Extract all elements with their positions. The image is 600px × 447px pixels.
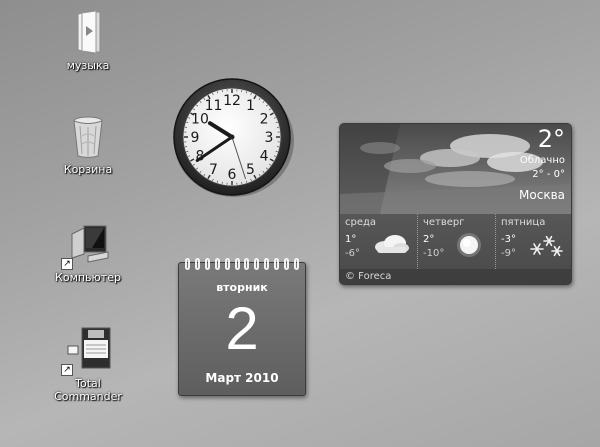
clock-numeral: 9 [191,130,200,146]
clock-numeral: 2 [260,112,269,128]
recycle-bin-icon [64,112,112,160]
shortcut-arrow-icon: ↗ [61,364,73,376]
sun-icon [449,231,489,259]
forecast-day: среда 1° -6° [340,214,417,269]
forecast-day-name: среда [345,217,377,228]
weather-condition: Облачно [519,155,565,166]
forecast-day-name: пятница [501,217,546,228]
weather-forecast: среда 1° -6° четверг 2° -10° пятница -3°… [340,214,571,269]
desktop-icon-total-commander[interactable]: ↗ Total Commander [47,326,129,403]
desktop-icon-recycle-bin[interactable]: Корзина [47,112,129,176]
calendar-gadget[interactable]: вторник 2 Март 2010 [178,258,306,396]
clock-gadget[interactable]: 12 1 2 3 4 5 6 7 8 9 10 11 [166,77,298,197]
forecast-day-name: четверг [423,217,465,228]
calendar-month-year: Март 2010 [205,371,279,385]
clock-numeral: 4 [260,149,269,165]
clock-numeral: 11 [205,98,223,114]
desktop-icon-label: Total Commander [54,377,122,403]
desktop-icon-label: Компьютер [55,271,121,284]
desktop-icon-label: Корзина [63,163,113,176]
calendar-spiral [185,258,299,272]
desktop-icon-label: музыка [66,59,110,72]
calendar-day-number: 2 [225,295,259,362]
forecast-low: -6° [345,248,360,259]
clock-center-pin [229,134,235,140]
clock-numeral: 7 [209,162,218,178]
cloudy-icon [371,231,411,259]
weather-temperature-range: 2° - 0° [532,169,565,180]
clock-numeral: 3 [265,130,274,146]
desktop-icon-music[interactable]: музыка [47,8,129,72]
snow-icon [527,231,567,259]
clock-numeral: 12 [223,93,241,109]
calendar-weekday: вторник [216,281,268,294]
weather-gadget[interactable]: 2° Облачно 2° - 0° Москва среда 1° -6° ч… [339,123,572,285]
weather-provider-link[interactable]: © Foreca [340,269,571,284]
forecast-low: -10° [423,248,445,259]
forecast-low: -9° [501,248,516,259]
forecast-day: четверг 2° -10° [417,214,495,269]
forecast-high: 2° [423,234,435,245]
clock-numeral: 6 [228,167,237,183]
weather-city: Москва [519,188,565,202]
clock-numeral: 5 [246,162,255,178]
music-folder-icon [64,8,112,56]
weather-current-temperature: 2° [537,125,565,153]
forecast-day: пятница -3° -9° [495,214,571,269]
computer-icon: ↗ [61,220,112,270]
clock-numeral: 1 [246,98,255,114]
floppy-disk-icon: ↗ [61,326,112,376]
desktop-icon-computer[interactable]: ↗ Компьютер [47,220,129,284]
forecast-high: 1° [345,234,357,245]
forecast-high: -3° [501,234,516,245]
shortcut-arrow-icon: ↗ [61,258,73,270]
